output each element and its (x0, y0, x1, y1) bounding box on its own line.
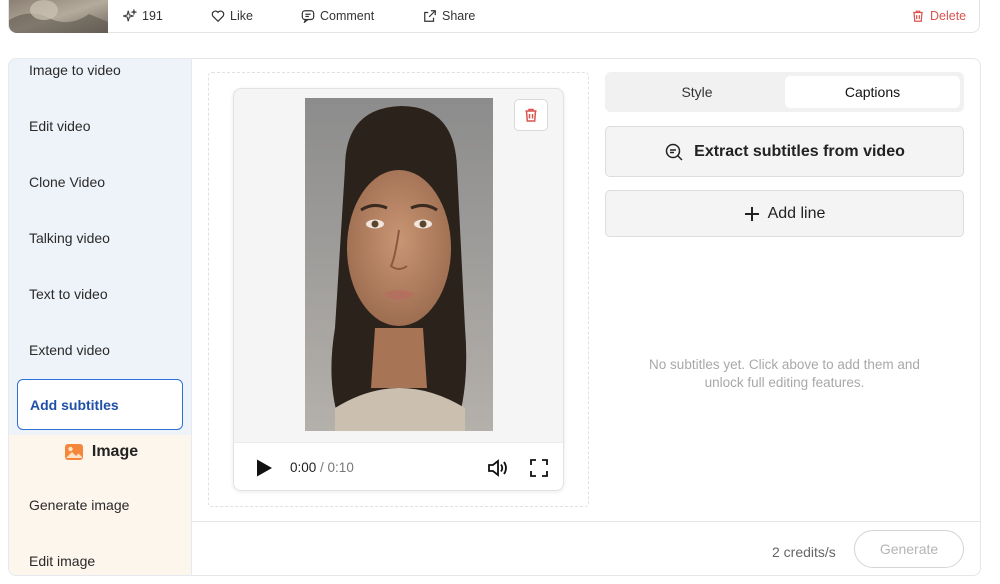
main-panel: 0:00 / 0:10 Style Captions Extract subti… (192, 58, 981, 576)
like-label: Like (230, 9, 253, 23)
comment-button[interactable]: Comment (301, 8, 374, 24)
play-icon (257, 459, 272, 477)
sidebar-item-label: Add subtitles (30, 397, 119, 413)
sparkle-icon (123, 9, 137, 22)
heart-icon (211, 10, 225, 23)
credits-label: 2 credits/s (772, 544, 836, 560)
image-icon (64, 444, 83, 460)
sidebar-item-extend-video[interactable]: Extend video (29, 342, 110, 358)
delete-label: Delete (930, 9, 967, 23)
comment-label: Comment (320, 9, 375, 23)
sidebar-item-generate-image[interactable]: Generate image (29, 497, 129, 513)
image-section-header: Image (9, 443, 191, 461)
current-time: 0:00 (290, 460, 317, 475)
video-preview[interactable] (305, 98, 493, 431)
add-line-button[interactable]: Add line (605, 190, 964, 237)
play-button[interactable] (254, 458, 274, 483)
video-player: 0:00 / 0:10 (233, 88, 564, 491)
generate-footer: 2 credits/s Generate (192, 521, 981, 577)
sidebar-item-talking-video[interactable]: Talking video (29, 230, 110, 246)
volume-icon (488, 459, 507, 477)
time-display: 0:00 / 0:10 (290, 460, 354, 475)
fullscreen-icon (530, 459, 548, 477)
player-controls: 0:00 / 0:10 (234, 442, 563, 490)
empty-subtitles-message: No subtitles yet. Click above to add the… (649, 357, 920, 390)
trash-icon (525, 108, 537, 122)
creation-thumbnail[interactable] (9, 0, 108, 33)
extract-subtitles-button[interactable]: Extract subtitles from video (605, 126, 964, 177)
add-line-label: Add line (767, 204, 826, 222)
sidebar-item-text-to-video[interactable]: Text to video (29, 286, 108, 302)
like-count: 191 (142, 9, 163, 23)
plus-icon (744, 206, 759, 221)
share-icon (424, 10, 436, 22)
image-tools-section: Image Generate image Edit image (9, 435, 191, 575)
delete-button[interactable]: Delete (911, 8, 966, 24)
share-label: Share (442, 9, 476, 23)
fullscreen-button[interactable] (529, 458, 549, 483)
remove-video-button[interactable] (514, 99, 548, 131)
search-chat-icon (665, 143, 683, 161)
sparkle-count[interactable]: 191 (123, 8, 163, 24)
trash-icon (913, 10, 923, 22)
like-button[interactable]: Like (211, 8, 253, 24)
generate-button[interactable]: Generate (854, 530, 964, 568)
page-gutter (981, 0, 1000, 584)
top-toolbar: 191 Like Comment Share Delete (8, 0, 980, 33)
extract-label: Extract subtitles from video (694, 142, 905, 160)
sidebar-item-image-to-video[interactable]: Image to video (29, 62, 121, 78)
sidebar-item-edit-video[interactable]: Edit video (29, 118, 90, 134)
sidebar-item-clone-video[interactable]: Clone Video (29, 174, 105, 190)
panel-tabs: Style Captions (605, 72, 964, 112)
comment-icon (301, 10, 315, 23)
sidebar-item-edit-image[interactable]: Edit image (29, 553, 95, 569)
time-separator: / (316, 460, 328, 475)
tab-captions[interactable]: Captions (785, 76, 960, 108)
image-section-title: Image (91, 443, 139, 460)
duration: 0:10 (327, 460, 354, 475)
tool-sidebar: Image to video Edit video Clone Video Ta… (8, 58, 192, 576)
sidebar-item-add-subtitles[interactable]: Add subtitles (17, 379, 183, 430)
share-button[interactable]: Share (423, 8, 475, 24)
tab-style[interactable]: Style (609, 76, 785, 108)
volume-button[interactable] (487, 458, 509, 483)
